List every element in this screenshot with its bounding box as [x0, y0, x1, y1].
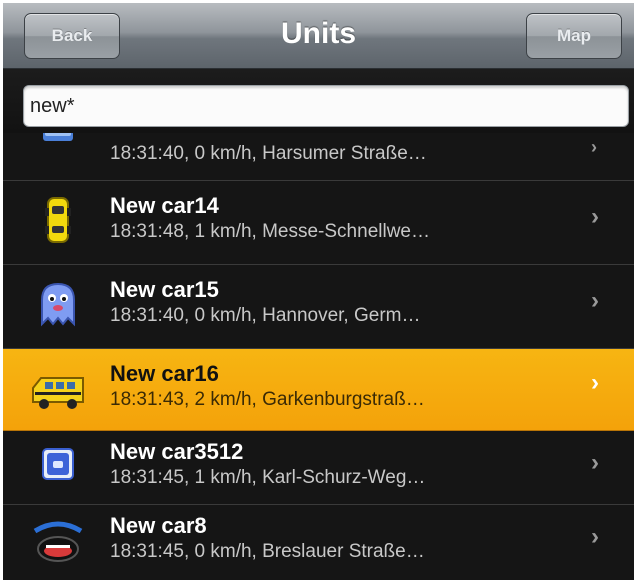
chevron-right-icon: › — [591, 449, 599, 476]
list-item[interactable]: New car8 18:31:45, 0 km/h, Breslauer Str… — [3, 505, 634, 580]
unit-name: New car8 — [110, 513, 207, 538]
navigation-bar: Back Units Map — [3, 3, 634, 69]
unit-name: New car16 — [110, 361, 219, 386]
units-list: 18:31:40, 0 km/h, Harsumer Straße… › New… — [3, 133, 634, 580]
unit-status: 18:31:43, 2 km/h, Garkenburgstraß… — [110, 389, 425, 410]
unit-name: New car14 — [110, 193, 219, 218]
chevron-right-icon: › — [591, 523, 599, 550]
ghost-icon — [29, 280, 87, 330]
back-button[interactable]: Back — [24, 13, 120, 59]
yellow-taxi-icon — [29, 196, 87, 246]
chevron-right-icon: › — [591, 287, 599, 314]
map-button[interactable]: Map — [526, 13, 622, 59]
unit-status: 18:31:48, 1 km/h, Messe-Schnellwe… — [110, 221, 430, 242]
chevron-right-icon: › — [591, 137, 597, 157]
unit-status: 18:31:45, 1 km/h, Karl-Schurz-Weg… — [110, 467, 426, 488]
crying-face-icon — [29, 517, 87, 567]
unit-name: New car3512 — [110, 439, 244, 464]
units-screen: Back Units Map new* 18:31:40, 0 km/h, Ha… — [3, 3, 634, 580]
unit-name: New car15 — [110, 277, 219, 302]
school-bus-icon — [29, 364, 87, 414]
unit-status: 18:31:45, 0 km/h, Breslauer Straße… — [110, 541, 425, 562]
search-input[interactable]: new* — [23, 85, 629, 127]
unit-status: 18:31:40, 0 km/h, Hannover, Germ… — [110, 305, 421, 326]
list-item[interactable]: New car14 18:31:48, 1 km/h, Messe-Schnel… — [3, 181, 634, 265]
unit-status: 18:31:40, 0 km/h, Harsumer Straße… — [110, 143, 427, 164]
list-item[interactable]: New car15 18:31:40, 0 km/h, Hannover, Ge… — [3, 265, 634, 349]
list-item[interactable]: 18:31:40, 0 km/h, Harsumer Straße… › — [3, 133, 634, 181]
list-item-selected[interactable]: New car16 18:31:43, 2 km/h, Garkenburgst… — [3, 349, 634, 431]
page-title: Units — [281, 17, 356, 50]
list-item[interactable]: New car3512 18:31:45, 1 km/h, Karl-Schur… — [3, 431, 634, 505]
chevron-right-icon: › — [591, 203, 599, 230]
phone-icon — [29, 443, 87, 493]
search-bar: new* — [3, 69, 634, 133]
chevron-right-icon: › — [591, 369, 599, 396]
blue-car-icon — [29, 133, 87, 149]
